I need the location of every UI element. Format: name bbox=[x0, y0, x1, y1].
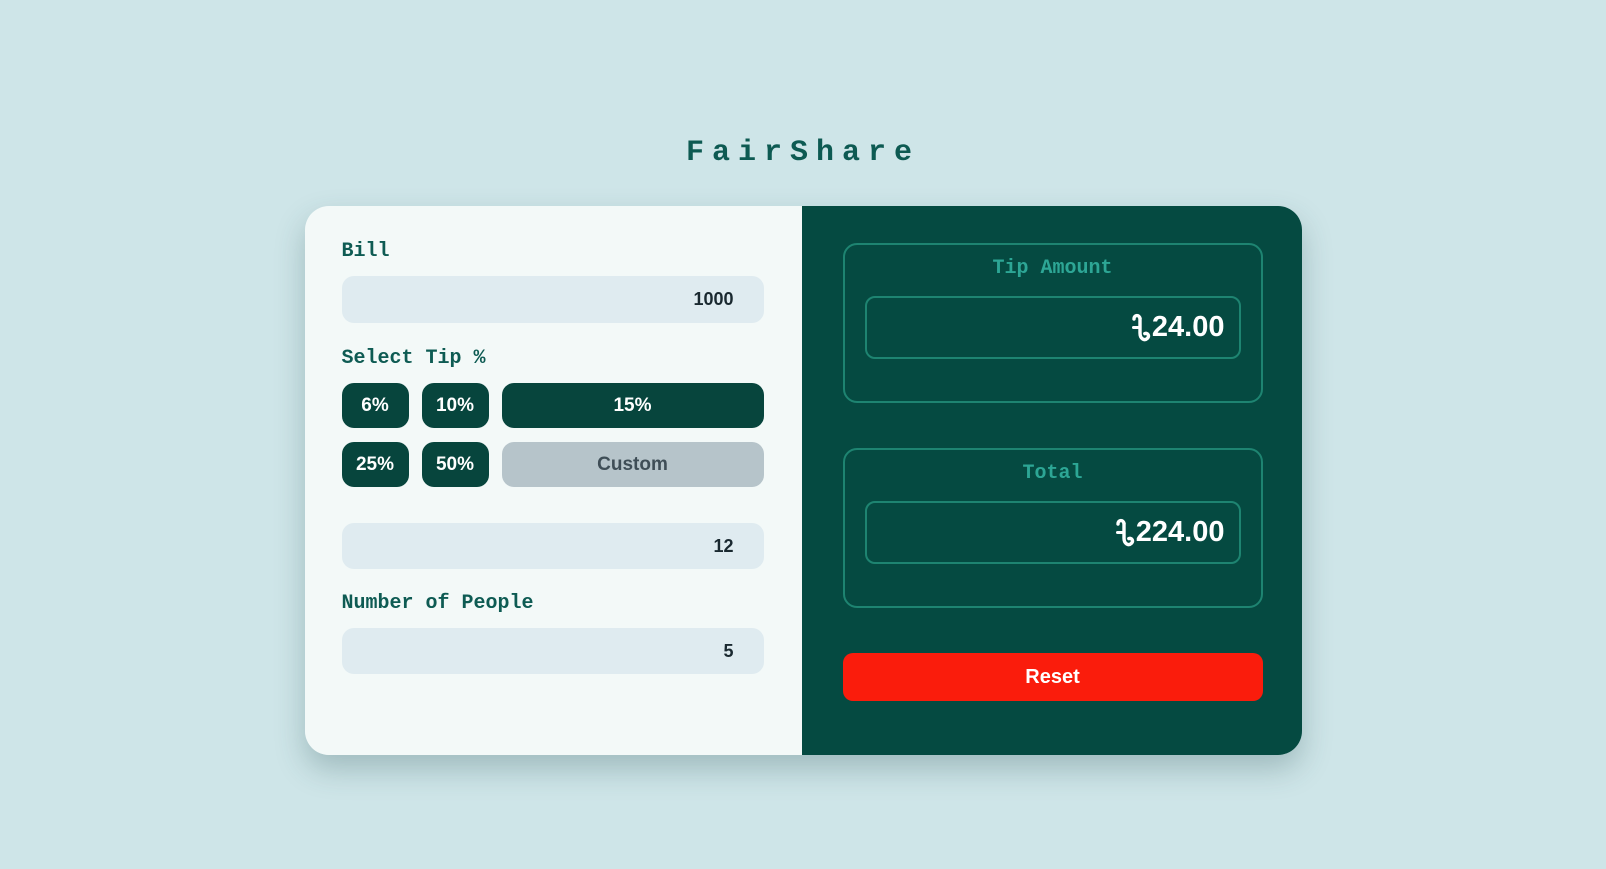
tip-button-25[interactable]: 25% bbox=[341, 442, 409, 487]
total-display: 224.00 bbox=[864, 501, 1241, 564]
tip-amount-label: Tip Amount bbox=[992, 257, 1113, 280]
tip-amount-value: 24.00 bbox=[1151, 311, 1225, 343]
taka-currency-icon bbox=[1115, 518, 1134, 547]
tip-amount-box: Tip Amount 24.00 bbox=[842, 243, 1263, 403]
calculator-card: Bill Select Tip % 6% 10% 15% 25% 50% Num… bbox=[304, 206, 1302, 755]
inputs-panel: Bill Select Tip % 6% 10% 15% 25% 50% Num… bbox=[304, 206, 802, 755]
total-label: Total bbox=[1022, 462, 1083, 485]
tip-button-6[interactable]: 6% bbox=[341, 383, 409, 428]
custom-tip-percent-input[interactable] bbox=[341, 523, 764, 569]
select-tip-label: Select Tip % bbox=[341, 347, 486, 370]
reset-button[interactable]: Reset bbox=[842, 653, 1263, 701]
total-box: Total 224.00 bbox=[842, 448, 1263, 608]
taka-currency-icon bbox=[1131, 313, 1151, 342]
bill-input[interactable] bbox=[341, 276, 764, 323]
tip-amount-display: 24.00 bbox=[864, 296, 1241, 359]
results-panel: Tip Amount 24.00 Total 224.00 Reset bbox=[801, 206, 1302, 755]
tip-options-grid: 6% 10% 15% 25% 50% bbox=[341, 383, 764, 487]
app-title: FairShare bbox=[685, 136, 921, 170]
custom-tip-button[interactable] bbox=[501, 442, 764, 487]
tip-button-15[interactable]: 15% bbox=[501, 383, 764, 428]
total-value: 224.00 bbox=[1135, 516, 1225, 548]
people-input[interactable] bbox=[341, 628, 764, 674]
bill-label: Bill bbox=[341, 240, 390, 263]
page: FairShare Bill Select Tip % 6% 10% 15% 2… bbox=[0, 0, 1606, 869]
people-label: Number of People bbox=[341, 592, 534, 615]
tip-button-10[interactable]: 10% bbox=[421, 383, 489, 428]
tip-button-50[interactable]: 50% bbox=[421, 442, 489, 487]
